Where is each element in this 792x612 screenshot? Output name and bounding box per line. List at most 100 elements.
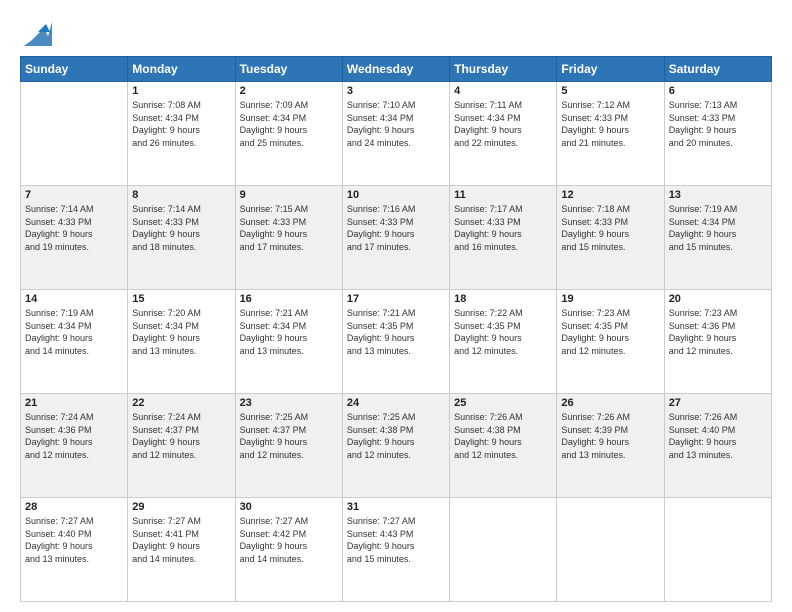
day-number: 28 [25, 501, 123, 513]
day-info: Sunrise: 7:26 AMSunset: 4:40 PMDaylight:… [669, 411, 767, 461]
day-info: Sunrise: 7:18 AMSunset: 4:33 PMDaylight:… [561, 203, 659, 253]
day-info: Sunrise: 7:12 AMSunset: 4:33 PMDaylight:… [561, 99, 659, 149]
day-number: 9 [240, 189, 338, 201]
day-number: 12 [561, 189, 659, 201]
day-info: Sunrise: 7:26 AMSunset: 4:38 PMDaylight:… [454, 411, 552, 461]
day-info: Sunrise: 7:26 AMSunset: 4:39 PMDaylight:… [561, 411, 659, 461]
calendar-cell: 19 Sunrise: 7:23 AMSunset: 4:35 PMDayligh… [557, 290, 664, 394]
calendar-header-row: SundayMondayTuesdayWednesdayThursdayFrid… [21, 57, 772, 82]
calendar-cell: 3 Sunrise: 7:10 AMSunset: 4:34 PMDaylight… [342, 82, 449, 186]
day-number: 21 [25, 397, 123, 409]
day-number: 16 [240, 293, 338, 305]
day-number: 22 [132, 397, 230, 409]
day-info: Sunrise: 7:21 AMSunset: 4:35 PMDaylight:… [347, 307, 445, 357]
calendar-cell: 14Sunrise: 7:19 AMSunset: 4:34 PMDayligh… [21, 290, 128, 394]
weekday-header: Monday [128, 57, 235, 82]
day-info: Sunrise: 7:22 AMSunset: 4:35 PMDaylight:… [454, 307, 552, 357]
day-info: Sunrise: 7:27 AMSunset: 4:40 PMDaylight:… [25, 515, 123, 565]
day-info: Sunrise: 7:21 AMSunset: 4:34 PMDaylight:… [240, 307, 338, 357]
day-info: Sunrise: 7:25 AMSunset: 4:37 PMDaylight:… [240, 411, 338, 461]
day-number: 5 [561, 85, 659, 97]
day-info: Sunrise: 7:19 AMSunset: 4:34 PMDaylight:… [669, 203, 767, 253]
calendar-row: 14Sunrise: 7:19 AMSunset: 4:34 PMDayligh… [21, 290, 772, 394]
calendar-cell: 27 Sunrise: 7:26 AMSunset: 4:40 PMDayligh… [664, 394, 771, 498]
day-number: 30 [240, 501, 338, 513]
calendar-cell: 24 Sunrise: 7:25 AMSunset: 4:38 PMDayligh… [342, 394, 449, 498]
day-number: 2 [240, 85, 338, 97]
day-info: Sunrise: 7:10 AMSunset: 4:34 PMDaylight:… [347, 99, 445, 149]
weekday-header: Thursday [450, 57, 557, 82]
weekday-header: Wednesday [342, 57, 449, 82]
calendar-cell: 26 Sunrise: 7:26 AMSunset: 4:39 PMDayligh… [557, 394, 664, 498]
day-number: 6 [669, 85, 767, 97]
calendar-cell: 17 Sunrise: 7:21 AMSunset: 4:35 PMDayligh… [342, 290, 449, 394]
calendar-cell: 8 Sunrise: 7:14 AMSunset: 4:33 PMDaylight… [128, 186, 235, 290]
day-number: 17 [347, 293, 445, 305]
day-number: 19 [561, 293, 659, 305]
logo-icon [24, 18, 52, 46]
day-info: Sunrise: 7:27 AMSunset: 4:43 PMDaylight:… [347, 515, 445, 565]
calendar-cell: 25 Sunrise: 7:26 AMSunset: 4:38 PMDayligh… [450, 394, 557, 498]
calendar-cell: 5 Sunrise: 7:12 AMSunset: 4:33 PMDaylight… [557, 82, 664, 186]
calendar-cell: 20 Sunrise: 7:23 AMSunset: 4:36 PMDayligh… [664, 290, 771, 394]
day-info: Sunrise: 7:16 AMSunset: 4:33 PMDaylight:… [347, 203, 445, 253]
day-number: 8 [132, 189, 230, 201]
calendar-cell: 7Sunrise: 7:14 AMSunset: 4:33 PMDaylight… [21, 186, 128, 290]
day-number: 23 [240, 397, 338, 409]
day-info: Sunrise: 7:23 AMSunset: 4:35 PMDaylight:… [561, 307, 659, 357]
day-info: Sunrise: 7:24 AMSunset: 4:36 PMDaylight:… [25, 411, 123, 461]
calendar-cell: 30 Sunrise: 7:27 AMSunset: 4:42 PMDayligh… [235, 498, 342, 602]
calendar-cell: 23 Sunrise: 7:25 AMSunset: 4:37 PMDayligh… [235, 394, 342, 498]
calendar-cell: 18 Sunrise: 7:22 AMSunset: 4:35 PMDayligh… [450, 290, 557, 394]
day-info: Sunrise: 7:20 AMSunset: 4:34 PMDaylight:… [132, 307, 230, 357]
day-number: 24 [347, 397, 445, 409]
calendar-cell: 10 Sunrise: 7:16 AMSunset: 4:33 PMDayligh… [342, 186, 449, 290]
day-info: Sunrise: 7:09 AMSunset: 4:34 PMDaylight:… [240, 99, 338, 149]
calendar-cell: 1Sunrise: 7:08 AMSunset: 4:34 PMDaylight… [128, 82, 235, 186]
day-number: 10 [347, 189, 445, 201]
weekday-header: Friday [557, 57, 664, 82]
day-info: Sunrise: 7:13 AMSunset: 4:33 PMDaylight:… [669, 99, 767, 149]
day-info: Sunrise: 7:25 AMSunset: 4:38 PMDaylight:… [347, 411, 445, 461]
day-number: 29 [132, 501, 230, 513]
calendar-cell [21, 82, 128, 186]
calendar-row: 7Sunrise: 7:14 AMSunset: 4:33 PMDaylight… [21, 186, 772, 290]
day-number: 14 [25, 293, 123, 305]
calendar-cell: 6 Sunrise: 7:13 AMSunset: 4:33 PMDaylight… [664, 82, 771, 186]
calendar-cell [664, 498, 771, 602]
day-info: Sunrise: 7:11 AMSunset: 4:34 PMDaylight:… [454, 99, 552, 149]
day-number: 1 [132, 85, 230, 97]
calendar-cell: 31 Sunrise: 7:27 AMSunset: 4:43 PMDayligh… [342, 498, 449, 602]
calendar-cell: 2 Sunrise: 7:09 AMSunset: 4:34 PMDaylight… [235, 82, 342, 186]
calendar-cell: 11Sunrise: 7:17 AMSunset: 4:33 PMDayligh… [450, 186, 557, 290]
calendar-cell [557, 498, 664, 602]
day-info: Sunrise: 7:14 AMSunset: 4:33 PMDaylight:… [25, 203, 123, 253]
day-number: 26 [561, 397, 659, 409]
day-info: Sunrise: 7:23 AMSunset: 4:36 PMDaylight:… [669, 307, 767, 357]
day-info: Sunrise: 7:15 AMSunset: 4:33 PMDaylight:… [240, 203, 338, 253]
calendar-cell: 9 Sunrise: 7:15 AMSunset: 4:33 PMDaylight… [235, 186, 342, 290]
calendar-cell: 21 Sunrise: 7:24 AMSunset: 4:36 PMDayligh… [21, 394, 128, 498]
day-info: Sunrise: 7:17 AMSunset: 4:33 PMDaylight:… [454, 203, 552, 253]
day-info: Sunrise: 7:27 AMSunset: 4:42 PMDaylight:… [240, 515, 338, 565]
day-number: 4 [454, 85, 552, 97]
calendar-cell: 29 Sunrise: 7:27 AMSunset: 4:41 PMDayligh… [128, 498, 235, 602]
day-number: 20 [669, 293, 767, 305]
day-number: 15 [132, 293, 230, 305]
day-number: 27 [669, 397, 767, 409]
day-info: Sunrise: 7:27 AMSunset: 4:41 PMDaylight:… [132, 515, 230, 565]
logo [20, 18, 52, 46]
day-number: 18 [454, 293, 552, 305]
calendar-cell: 13 Sunrise: 7:19 AMSunset: 4:34 PMDayligh… [664, 186, 771, 290]
day-number: 13 [669, 189, 767, 201]
calendar-cell: 16 Sunrise: 7:21 AMSunset: 4:34 PMDayligh… [235, 290, 342, 394]
day-number: 3 [347, 85, 445, 97]
day-number: 31 [347, 501, 445, 513]
day-number: 25 [454, 397, 552, 409]
weekday-header: Sunday [21, 57, 128, 82]
day-info: Sunrise: 7:14 AMSunset: 4:33 PMDaylight:… [132, 203, 230, 253]
calendar-row: 1Sunrise: 7:08 AMSunset: 4:34 PMDaylight… [21, 82, 772, 186]
calendar-cell: 28 Sunrise: 7:27 AMSunset: 4:40 PMDayligh… [21, 498, 128, 602]
weekday-header: Saturday [664, 57, 771, 82]
day-info: Sunrise: 7:24 AMSunset: 4:37 PMDaylight:… [132, 411, 230, 461]
